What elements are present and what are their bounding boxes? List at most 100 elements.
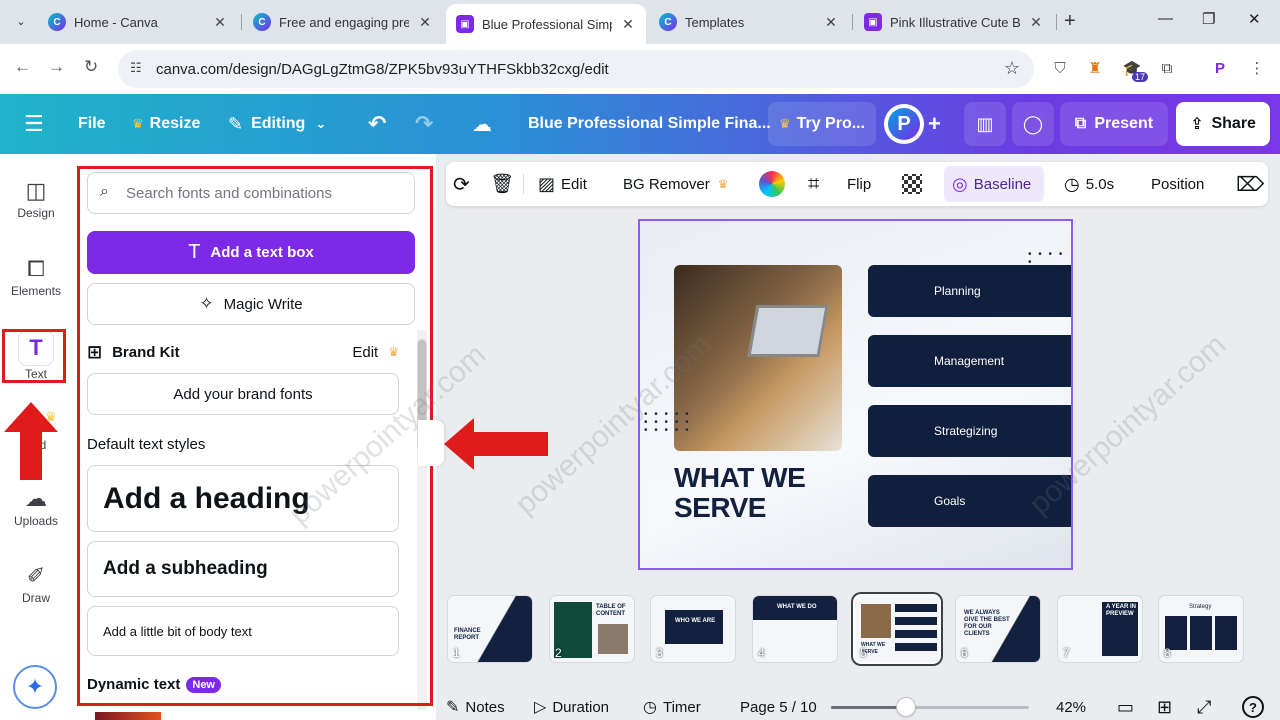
add-text-box-button[interactable]: T Add a text box bbox=[87, 231, 415, 274]
back-arrow-icon[interactable]: ← bbox=[14, 57, 31, 77]
slide-canvas[interactable]: • • • • •• • • • •• • • • • • • • • •• •… bbox=[638, 219, 1073, 570]
zoom-slider[interactable] bbox=[831, 698, 1029, 716]
insights-chart-icon[interactable]: ▥ bbox=[964, 102, 1006, 146]
avatar[interactable]: P bbox=[884, 104, 924, 144]
browser-tab-pink-illustrative[interactable]: ▣ Pink Illustrative Cute Bra ✕ bbox=[854, 6, 1054, 38]
close-icon[interactable]: ✕ bbox=[823, 14, 839, 31]
page-thumbnail[interactable]: FINANCE REPORT 1 bbox=[448, 596, 532, 662]
thumbnail-bar bbox=[895, 604, 937, 612]
bookmark-star-icon[interactable]: ☆ bbox=[1004, 58, 1020, 79]
editing-mode-dropdown[interactable]: ✎ Editing ⌄ bbox=[228, 94, 326, 154]
comment-icon[interactable]: ◯ bbox=[1012, 102, 1054, 146]
service-box[interactable]: Goals bbox=[868, 475, 1071, 527]
forward-arrow-icon[interactable]: → bbox=[48, 57, 65, 77]
close-icon[interactable]: ✕ bbox=[212, 14, 228, 31]
zoom-percentage[interactable]: 42% bbox=[1056, 692, 1086, 720]
browser-tab-blue-professional[interactable]: ▣ Blue Professional Simple ✕ bbox=[446, 4, 646, 44]
close-icon[interactable]: ✕ bbox=[1028, 14, 1044, 31]
add-body-text-option[interactable]: Add a little bit of body text bbox=[87, 606, 399, 656]
timer-button[interactable]: ◷ Timer bbox=[643, 692, 701, 720]
thumbnail-number: 5 bbox=[860, 646, 867, 660]
resize-button[interactable]: ♛ Resize bbox=[132, 94, 200, 154]
browser-tab-templates[interactable]: C Templates ✕ bbox=[649, 6, 849, 38]
page-thumbnail[interactable]: WHAT WE DO 4 bbox=[753, 596, 837, 662]
browser-tab-home-canva[interactable]: C Home - Canva ✕ bbox=[38, 6, 238, 38]
hamburger-menu-icon[interactable]: ☰ bbox=[24, 94, 44, 154]
transparency-checker-icon[interactable] bbox=[902, 174, 922, 194]
search-fonts-input[interactable]: ⌕ Search fonts and combinations bbox=[87, 172, 415, 214]
color-wheel-icon[interactable] bbox=[759, 171, 785, 197]
page-thumbnail[interactable]: WE ALWAYS GIVE THE BEST FOR OUR CLIENTS … bbox=[956, 596, 1040, 662]
add-subheading-option[interactable]: Add a subheading bbox=[87, 541, 399, 597]
browser-tab-free-engaging[interactable]: C Free and engaging prese ✕ bbox=[243, 6, 443, 38]
share-button[interactable]: ⇪ Share bbox=[1176, 102, 1270, 146]
service-box[interactable]: Planning bbox=[868, 265, 1071, 317]
magic-write-button[interactable]: ✧ Magic Write bbox=[87, 283, 415, 325]
animate-sparkle-icon[interactable]: ⟳ bbox=[453, 162, 470, 206]
rail-item-draw[interactable]: ✐ Draw bbox=[0, 561, 72, 605]
undo-icon[interactable]: ↶ bbox=[368, 94, 386, 154]
rail-item-elements[interactable]: ⧠ Elements bbox=[0, 254, 72, 298]
mortarboard-extension-icon[interactable]: 🎓 17 bbox=[1120, 56, 1148, 82]
fullscreen-icon[interactable]: ⤢ bbox=[1197, 692, 1211, 720]
page-thumbnail-active[interactable]: WHAT WE SERVE 5 bbox=[855, 596, 939, 662]
trash-icon[interactable]: 🗑 bbox=[490, 162, 514, 206]
page-thumbnail[interactable]: TABLE OF CONTENT 2 bbox=[550, 596, 634, 662]
dynamic-text-preview[interactable] bbox=[95, 712, 161, 720]
file-menu[interactable]: File bbox=[78, 94, 106, 154]
page-thumbnail[interactable]: WHO WE ARE 3 bbox=[651, 596, 735, 662]
restore-icon[interactable]: ❐ bbox=[1202, 10, 1215, 28]
add-text-box-label: Add a text box bbox=[210, 244, 314, 261]
page-indicator[interactable]: Page 5 / 10 bbox=[740, 692, 817, 720]
paint-roller-icon[interactable]: ⌦ bbox=[1236, 162, 1264, 206]
edit-image-button[interactable]: ▨ Edit bbox=[538, 162, 587, 206]
rail-item-design[interactable]: ◫ Design bbox=[0, 176, 72, 220]
present-button[interactable]: ⧉ Present bbox=[1060, 102, 1168, 146]
kebab-menu-icon[interactable]: ⋮ bbox=[1245, 56, 1269, 80]
service-box[interactable]: Strategizing bbox=[868, 405, 1071, 457]
chess-extension-icon[interactable]: ♜ bbox=[1083, 56, 1107, 80]
add-heading-option[interactable]: Add a heading bbox=[87, 465, 399, 532]
address-bar[interactable]: ☷ canva.com/design/DAGgLgZtmG8/ZPK5bv93u… bbox=[118, 50, 1034, 88]
help-icon[interactable]: ? bbox=[1242, 692, 1264, 720]
grid-view-icon[interactable]: ⊞ bbox=[1157, 692, 1172, 720]
brand-kit-edit-link[interactable]: Edit bbox=[352, 344, 378, 361]
file-label: File bbox=[78, 115, 106, 132]
crop-icon[interactable]: ⌗ bbox=[808, 162, 819, 206]
panel-scrollbar[interactable] bbox=[417, 330, 427, 710]
puzzle-extensions-icon[interactable]: ⧉ bbox=[1155, 56, 1179, 80]
document-title[interactable]: Blue Professional Simple Fina... bbox=[528, 94, 771, 154]
meeting-photo[interactable] bbox=[674, 265, 842, 451]
duration-footer-button[interactable]: ▷ Duration bbox=[534, 692, 609, 720]
try-pro-button[interactable]: ♛ Try Pro... bbox=[768, 102, 876, 146]
service-box[interactable]: Management bbox=[868, 335, 1071, 387]
add-brand-fonts-button[interactable]: Add your brand fonts bbox=[87, 373, 399, 415]
magic-sparkle-icon[interactable]: ✦ bbox=[13, 665, 57, 709]
collapse-panel-handle[interactable] bbox=[418, 420, 444, 466]
page-view-icon[interactable]: ▭ bbox=[1117, 692, 1134, 720]
tab-search-chevron-icon[interactable]: ⌄ bbox=[8, 8, 34, 34]
close-icon[interactable]: ✕ bbox=[417, 14, 433, 31]
rail-item-uploads[interactable]: ☁ Uploads bbox=[0, 484, 72, 528]
reload-icon[interactable]: ↻ bbox=[84, 57, 98, 77]
page-thumbnail[interactable]: A YEAR IN PREVIEW 7 bbox=[1058, 596, 1142, 662]
duration-button[interactable]: ◷ 5.0s bbox=[1064, 162, 1114, 206]
new-tab-plus-icon[interactable]: + bbox=[1064, 10, 1076, 33]
profile-icon[interactable]: P bbox=[1208, 56, 1232, 80]
bg-remover-button[interactable]: BG Remover ♛ bbox=[623, 162, 728, 206]
cloud-saved-icon[interactable]: ☁ bbox=[472, 94, 492, 154]
notes-button[interactable]: ✎ Notes bbox=[446, 692, 505, 720]
page-thumbnail[interactable]: Strategy 8 bbox=[1159, 596, 1243, 662]
add-collaborator-plus-icon[interactable]: + bbox=[928, 94, 941, 154]
shield-extension-icon[interactable]: ⛉ bbox=[1048, 56, 1072, 80]
site-settings-icon[interactable]: ☷ bbox=[130, 60, 142, 76]
slide-title[interactable]: WHAT WE SERVE bbox=[674, 463, 806, 523]
redo-icon[interactable]: ↷ bbox=[415, 94, 433, 154]
flip-button[interactable]: Flip bbox=[847, 162, 871, 206]
window-close-icon[interactable]: ✕ bbox=[1248, 10, 1261, 28]
position-button[interactable]: Position bbox=[1151, 162, 1204, 206]
baseline-animation-button[interactable]: ◎ Baseline bbox=[952, 162, 1031, 206]
minimize-icon[interactable]: — bbox=[1158, 10, 1173, 27]
crown-icon: ♛ bbox=[778, 116, 791, 131]
close-icon[interactable]: ✕ bbox=[620, 16, 636, 33]
